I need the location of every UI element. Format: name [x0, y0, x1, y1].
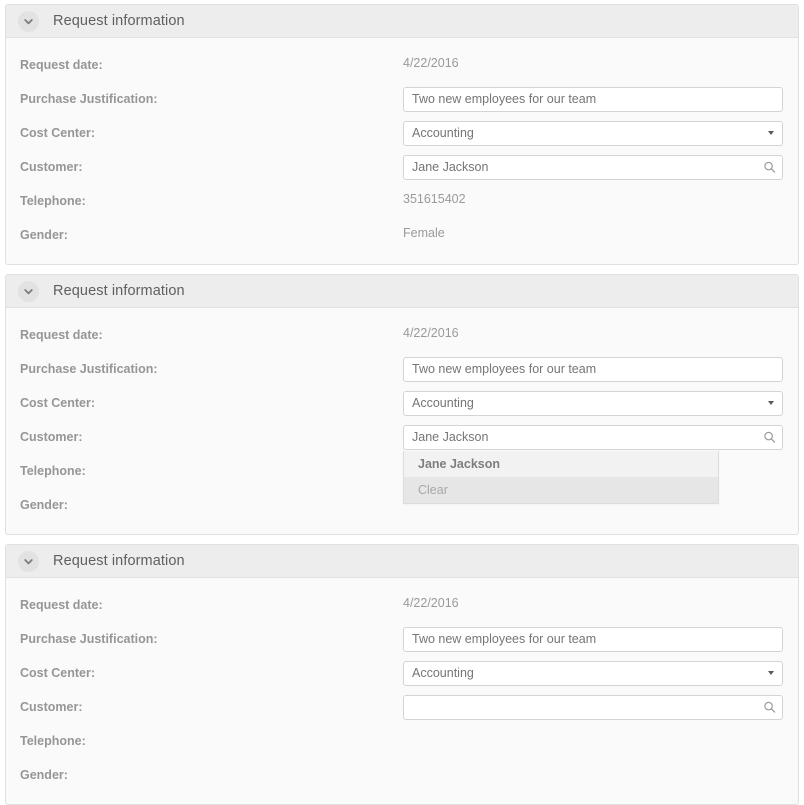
gender-control	[403, 765, 784, 785]
telephone-label: Telephone:	[20, 464, 86, 478]
form-row-gender: Gender:	[20, 758, 784, 792]
purchase-justification-control: Two new employees for our team	[403, 626, 784, 652]
cost-center-select[interactable]: Accounting	[403, 390, 783, 416]
request-date-control: 4/22/2016	[403, 325, 784, 345]
customer-search-wrap	[403, 694, 783, 720]
request-date-control: 4/22/2016	[403, 55, 784, 75]
cost-center-label: Cost Center:	[20, 666, 96, 680]
gender-label: Gender:	[20, 228, 68, 242]
form-row-purchase-justification: Purchase Justification: Two new employee…	[20, 622, 784, 656]
panel-title: Request information	[53, 553, 185, 569]
form-row-customer: Customer: Jane Jackson	[20, 420, 784, 504]
form-row-cost-center: Cost Center: Accounting	[20, 656, 784, 690]
panel-title: Request information	[53, 13, 185, 29]
purchase-justification-control: Two new employees for our team	[403, 356, 784, 382]
gender-label: Gender:	[20, 768, 68, 782]
customer-control: Jane Jackson Jane Jackson Clear	[403, 424, 784, 504]
panel-header[interactable]: Request information	[6, 275, 798, 308]
customer-search-wrap: Jane Jackson Jane Jackson Clear	[403, 424, 783, 504]
chevron-down-icon[interactable]	[18, 280, 39, 302]
cost-center-label: Cost Center:	[20, 126, 96, 140]
cost-center-select-value: Accounting	[412, 396, 474, 410]
purchase-justification-input[interactable]: Two new employees for our team	[403, 86, 783, 112]
customer-control: Jane Jackson	[403, 154, 784, 180]
customer-label: Customer:	[20, 160, 83, 174]
purchase-justification-input-value: Two new employees for our team	[412, 362, 597, 376]
customer-label: Customer:	[20, 700, 83, 714]
customer-autocomplete-menu: Jane Jackson Clear	[403, 450, 719, 504]
purchase-justification-label: Purchase Justification:	[20, 92, 158, 106]
form-row-gender: Gender: Female	[20, 218, 784, 252]
customer-search-input-value: Jane Jackson	[412, 160, 489, 174]
form-row-cost-center: Cost Center: Accounting	[20, 116, 784, 150]
cost-center-select[interactable]: Accounting	[403, 120, 783, 146]
purchase-justification-input[interactable]: Two new employees for our team	[403, 626, 783, 652]
form-row-telephone: Telephone:	[20, 724, 784, 758]
chevron-down-icon[interactable]	[18, 10, 39, 32]
request-date-label: Request date:	[20, 598, 103, 612]
request-date-value: 4/22/2016	[403, 56, 459, 70]
panel-header[interactable]: Request information	[6, 5, 798, 38]
cost-center-select-value: Accounting	[412, 126, 474, 140]
request-information-page: Request information Request date: 4/22/2…	[0, 0, 804, 805]
form-row-purchase-justification: Purchase Justification: Two new employee…	[20, 352, 784, 386]
telephone-control	[403, 731, 784, 751]
purchase-justification-control: Two new employees for our team	[403, 86, 784, 112]
request-information-panel-3: Request information Request date: 4/22/2…	[5, 544, 799, 805]
purchase-justification-label: Purchase Justification:	[20, 632, 158, 646]
customer-search-input[interactable]	[403, 694, 783, 720]
gender-value: Female	[403, 226, 445, 240]
form-row-request-date: Request date: 4/22/2016	[20, 318, 784, 352]
panel-body: Request date: 4/22/2016 Purchase Justifi…	[6, 308, 798, 534]
purchase-justification-input[interactable]: Two new employees for our team	[403, 356, 783, 382]
request-date-label: Request date:	[20, 328, 103, 342]
customer-search-input[interactable]: Jane Jackson	[403, 424, 783, 450]
request-date-label: Request date:	[20, 58, 103, 72]
cost-center-select-wrap: Accounting	[403, 120, 783, 146]
request-information-panel-2: Request information Request date: 4/22/2…	[5, 274, 799, 535]
panel-title: Request information	[53, 283, 185, 299]
form-row-customer: Customer:	[20, 690, 784, 724]
purchase-justification-label: Purchase Justification:	[20, 362, 158, 376]
form-row-telephone: Telephone: 351615402	[20, 184, 784, 218]
panel-body: Request date: 4/22/2016 Purchase Justifi…	[6, 578, 798, 804]
request-date-value: 4/22/2016	[403, 326, 459, 340]
request-date-value: 4/22/2016	[403, 596, 459, 610]
cost-center-select[interactable]: Accounting	[403, 660, 783, 686]
form-row-request-date: Request date: 4/22/2016	[20, 588, 784, 622]
cost-center-select-value: Accounting	[412, 666, 474, 680]
cost-center-control: Accounting	[403, 660, 784, 686]
autocomplete-option-jane-jackson[interactable]: Jane Jackson	[404, 450, 718, 477]
telephone-control: 351615402	[403, 191, 784, 211]
customer-search-input-value: Jane Jackson	[412, 430, 489, 444]
customer-control	[403, 694, 784, 720]
cost-center-control: Accounting	[403, 390, 784, 416]
panel-body: Request date: 4/22/2016 Purchase Justifi…	[6, 38, 798, 264]
gender-control: Female	[403, 225, 784, 245]
panel-header[interactable]: Request information	[6, 545, 798, 578]
customer-search-wrap: Jane Jackson	[403, 154, 783, 180]
telephone-value: 351615402	[403, 192, 466, 206]
cost-center-select-wrap: Accounting	[403, 660, 783, 686]
telephone-label: Telephone:	[20, 734, 86, 748]
form-row-request-date: Request date: 4/22/2016	[20, 48, 784, 82]
form-row-customer: Customer: Jane Jackson	[20, 150, 784, 184]
form-row-cost-center: Cost Center: Accounting	[20, 386, 784, 420]
cost-center-label: Cost Center:	[20, 396, 96, 410]
form-row-purchase-justification: Purchase Justification: Two new employee…	[20, 82, 784, 116]
purchase-justification-input-value: Two new employees for our team	[412, 632, 597, 646]
autocomplete-option-clear[interactable]: Clear	[404, 476, 718, 503]
cost-center-control: Accounting	[403, 120, 784, 146]
telephone-label: Telephone:	[20, 194, 86, 208]
gender-label: Gender:	[20, 498, 68, 512]
cost-center-select-wrap: Accounting	[403, 390, 783, 416]
request-date-control: 4/22/2016	[403, 595, 784, 615]
customer-search-input[interactable]: Jane Jackson	[403, 154, 783, 180]
chevron-down-icon[interactable]	[18, 550, 39, 572]
customer-label: Customer:	[20, 430, 83, 444]
request-information-panel-1: Request information Request date: 4/22/2…	[5, 4, 799, 265]
purchase-justification-input-value: Two new employees for our team	[412, 92, 597, 106]
